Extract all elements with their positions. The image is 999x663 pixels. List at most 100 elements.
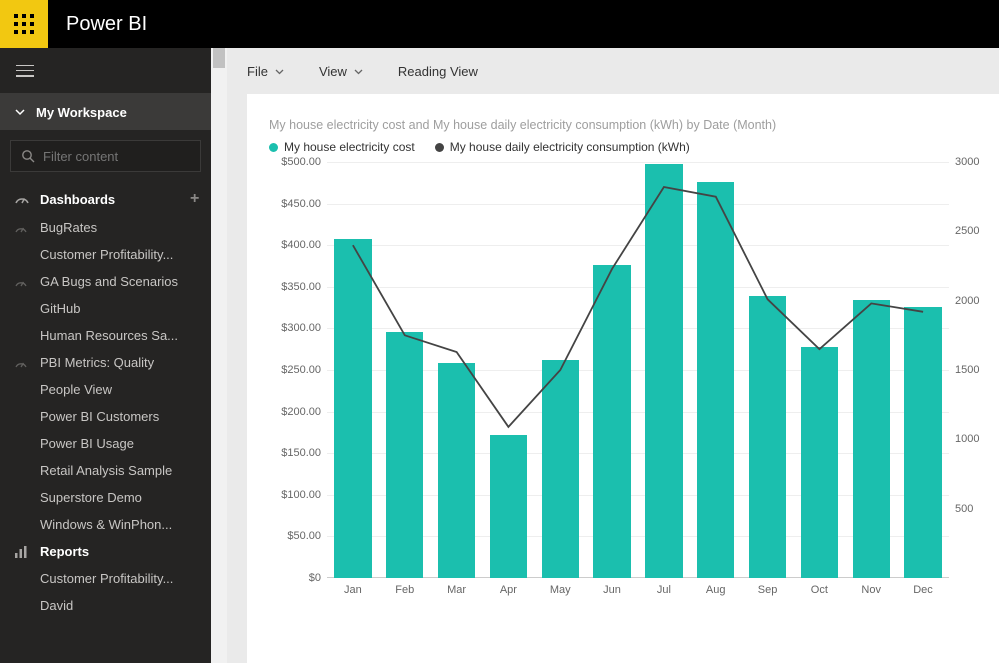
toolbar: File View Reading View	[227, 48, 999, 94]
sidebar-item-label: Retail Analysis Sample	[40, 463, 172, 478]
workspace-label: My Workspace	[36, 105, 127, 120]
x-tick-label: Oct	[793, 578, 845, 602]
menu-reading-view[interactable]: Reading View	[398, 64, 478, 79]
x-axis-labels: JanFebMarAprMayJunJulAugSepOctNovDec	[327, 578, 949, 602]
sidebar-item-label: Human Resources Sa...	[40, 328, 178, 343]
vertical-scrollbar[interactable]	[211, 48, 227, 663]
gauge-icon	[14, 221, 30, 235]
legend-swatch	[435, 143, 444, 152]
sidebar-section-header[interactable]: Dashboards +	[0, 184, 211, 214]
line-series	[327, 162, 949, 578]
chevron-down-icon	[14, 106, 26, 118]
app-header: Power BI	[0, 0, 999, 48]
menu-label: View	[319, 64, 347, 79]
y-left-tick: $200.00	[281, 406, 321, 418]
canvas-wrap: My house electricity cost and My house d…	[227, 94, 999, 663]
sidebar-item[interactable]: GitHub	[0, 295, 211, 322]
y-left-tick: $400.00	[281, 239, 321, 251]
main-row: My Workspace Dashboards + BugRates Customer…	[0, 48, 999, 663]
search-icon	[21, 149, 35, 163]
line-path[interactable]	[353, 187, 923, 427]
y-right-tick: 500	[955, 503, 973, 515]
chevron-down-icon	[353, 66, 364, 77]
hamburger-icon	[16, 65, 34, 77]
y-left-tick: $350.00	[281, 281, 321, 293]
gauge-icon	[14, 275, 30, 289]
sidebar-item-label: Power BI Usage	[40, 436, 134, 451]
y-right-tick: 2000	[955, 295, 979, 307]
sidebar-item[interactable]: Windows & WinPhon...	[0, 511, 211, 538]
legend-label: My house electricity cost	[284, 140, 415, 154]
sidebar-item-label: GA Bugs and Scenarios	[40, 274, 178, 289]
x-tick-label: Jan	[327, 578, 379, 602]
sidebar-item-label: Customer Profitability...	[40, 571, 173, 586]
sidebar-item[interactable]: Customer Profitability...	[0, 565, 211, 592]
x-tick-label: Feb	[379, 578, 431, 602]
brand-label: Power BI	[66, 13, 147, 36]
sidebar-item[interactable]: Customer Profitability...	[0, 241, 211, 268]
menu-label: Reading View	[398, 64, 478, 79]
report-canvas: My house electricity cost and My house d…	[247, 94, 999, 663]
sidebar-item-label: Power BI Customers	[40, 409, 159, 424]
legend-item[interactable]: My house electricity cost	[269, 140, 415, 154]
menu-view[interactable]: View	[319, 64, 364, 79]
chevron-down-icon	[274, 66, 285, 77]
sidebar-item[interactable]: Power BI Usage	[0, 430, 211, 457]
chart-legend: My house electricity cost My house daily …	[269, 140, 989, 154]
dashboard-icon	[14, 191, 30, 207]
y-right-tick: 2500	[955, 225, 979, 237]
add-icon[interactable]: +	[190, 190, 199, 208]
sidebar-item[interactable]: Power BI Customers	[0, 403, 211, 430]
sidebar-item-label: David	[40, 598, 73, 613]
chart-plot: $0$50.00$100.00$150.00$200.00$250.00$300…	[269, 162, 989, 602]
sidebar-item-label: People View	[40, 382, 112, 397]
sidebar-item[interactable]: Retail Analysis Sample	[0, 457, 211, 484]
gauge-icon	[14, 356, 30, 370]
filter-input[interactable]	[43, 149, 190, 164]
y-left-tick: $100.00	[281, 489, 321, 501]
report-icon	[14, 545, 30, 559]
sidebar-item-label: BugRates	[40, 220, 97, 235]
y-right-tick: 1000	[955, 433, 979, 445]
sidebar-item[interactable]: Human Resources Sa...	[0, 322, 211, 349]
x-tick-label: Jun	[586, 578, 638, 602]
sidebar-item[interactable]: People View	[0, 376, 211, 403]
sidebar-item-label: Superstore Demo	[40, 490, 142, 505]
y-left-tick: $450.00	[281, 198, 321, 210]
sidebar-item-label: GitHub	[40, 301, 80, 316]
x-tick-label: Nov	[845, 578, 897, 602]
sidebar-item[interactable]: GA Bugs and Scenarios	[0, 268, 211, 295]
waffle-icon	[14, 14, 34, 34]
x-tick-label: Dec	[897, 578, 949, 602]
sidebar-item-label: Windows & WinPhon...	[40, 517, 172, 532]
y-right-tick: 1500	[955, 364, 979, 376]
section-label: Reports	[40, 544, 89, 559]
filter-box[interactable]	[10, 140, 201, 172]
sidebar-item-label: Customer Profitability...	[40, 247, 173, 262]
sidebar-item[interactable]: PBI Metrics: Quality	[0, 349, 211, 376]
app-launcher-button[interactable]	[0, 0, 48, 48]
legend-swatch	[269, 143, 278, 152]
x-tick-label: Apr	[482, 578, 534, 602]
y-left-tick: $250.00	[281, 364, 321, 376]
workspace-selector[interactable]: My Workspace	[0, 94, 211, 130]
sidebar-item[interactable]: Superstore Demo	[0, 484, 211, 511]
x-tick-label: Aug	[690, 578, 742, 602]
y-left-tick: $500.00	[281, 156, 321, 168]
y-axis-left: $0$50.00$100.00$150.00$200.00$250.00$300…	[269, 162, 327, 578]
x-tick-label: Sep	[742, 578, 794, 602]
sidebar-section-header[interactable]: Reports	[0, 538, 211, 565]
menu-file[interactable]: File	[247, 64, 285, 79]
legend-item[interactable]: My house daily electricity consumption (…	[435, 140, 690, 154]
x-tick-label: Mar	[431, 578, 483, 602]
sidebar-item[interactable]: BugRates	[0, 214, 211, 241]
scrollbar-thumb[interactable]	[213, 48, 225, 68]
y-axis-right: 50010001500200025003000	[949, 162, 989, 578]
sidebar-item[interactable]: David	[0, 592, 211, 619]
menu-label: File	[247, 64, 268, 79]
sidebar-collapse-button[interactable]	[0, 48, 211, 94]
section-label: Dashboards	[40, 192, 115, 207]
y-left-tick: $50.00	[287, 530, 321, 542]
sidebar-item-label: PBI Metrics: Quality	[40, 355, 154, 370]
chart-title: My house electricity cost and My house d…	[269, 118, 989, 132]
